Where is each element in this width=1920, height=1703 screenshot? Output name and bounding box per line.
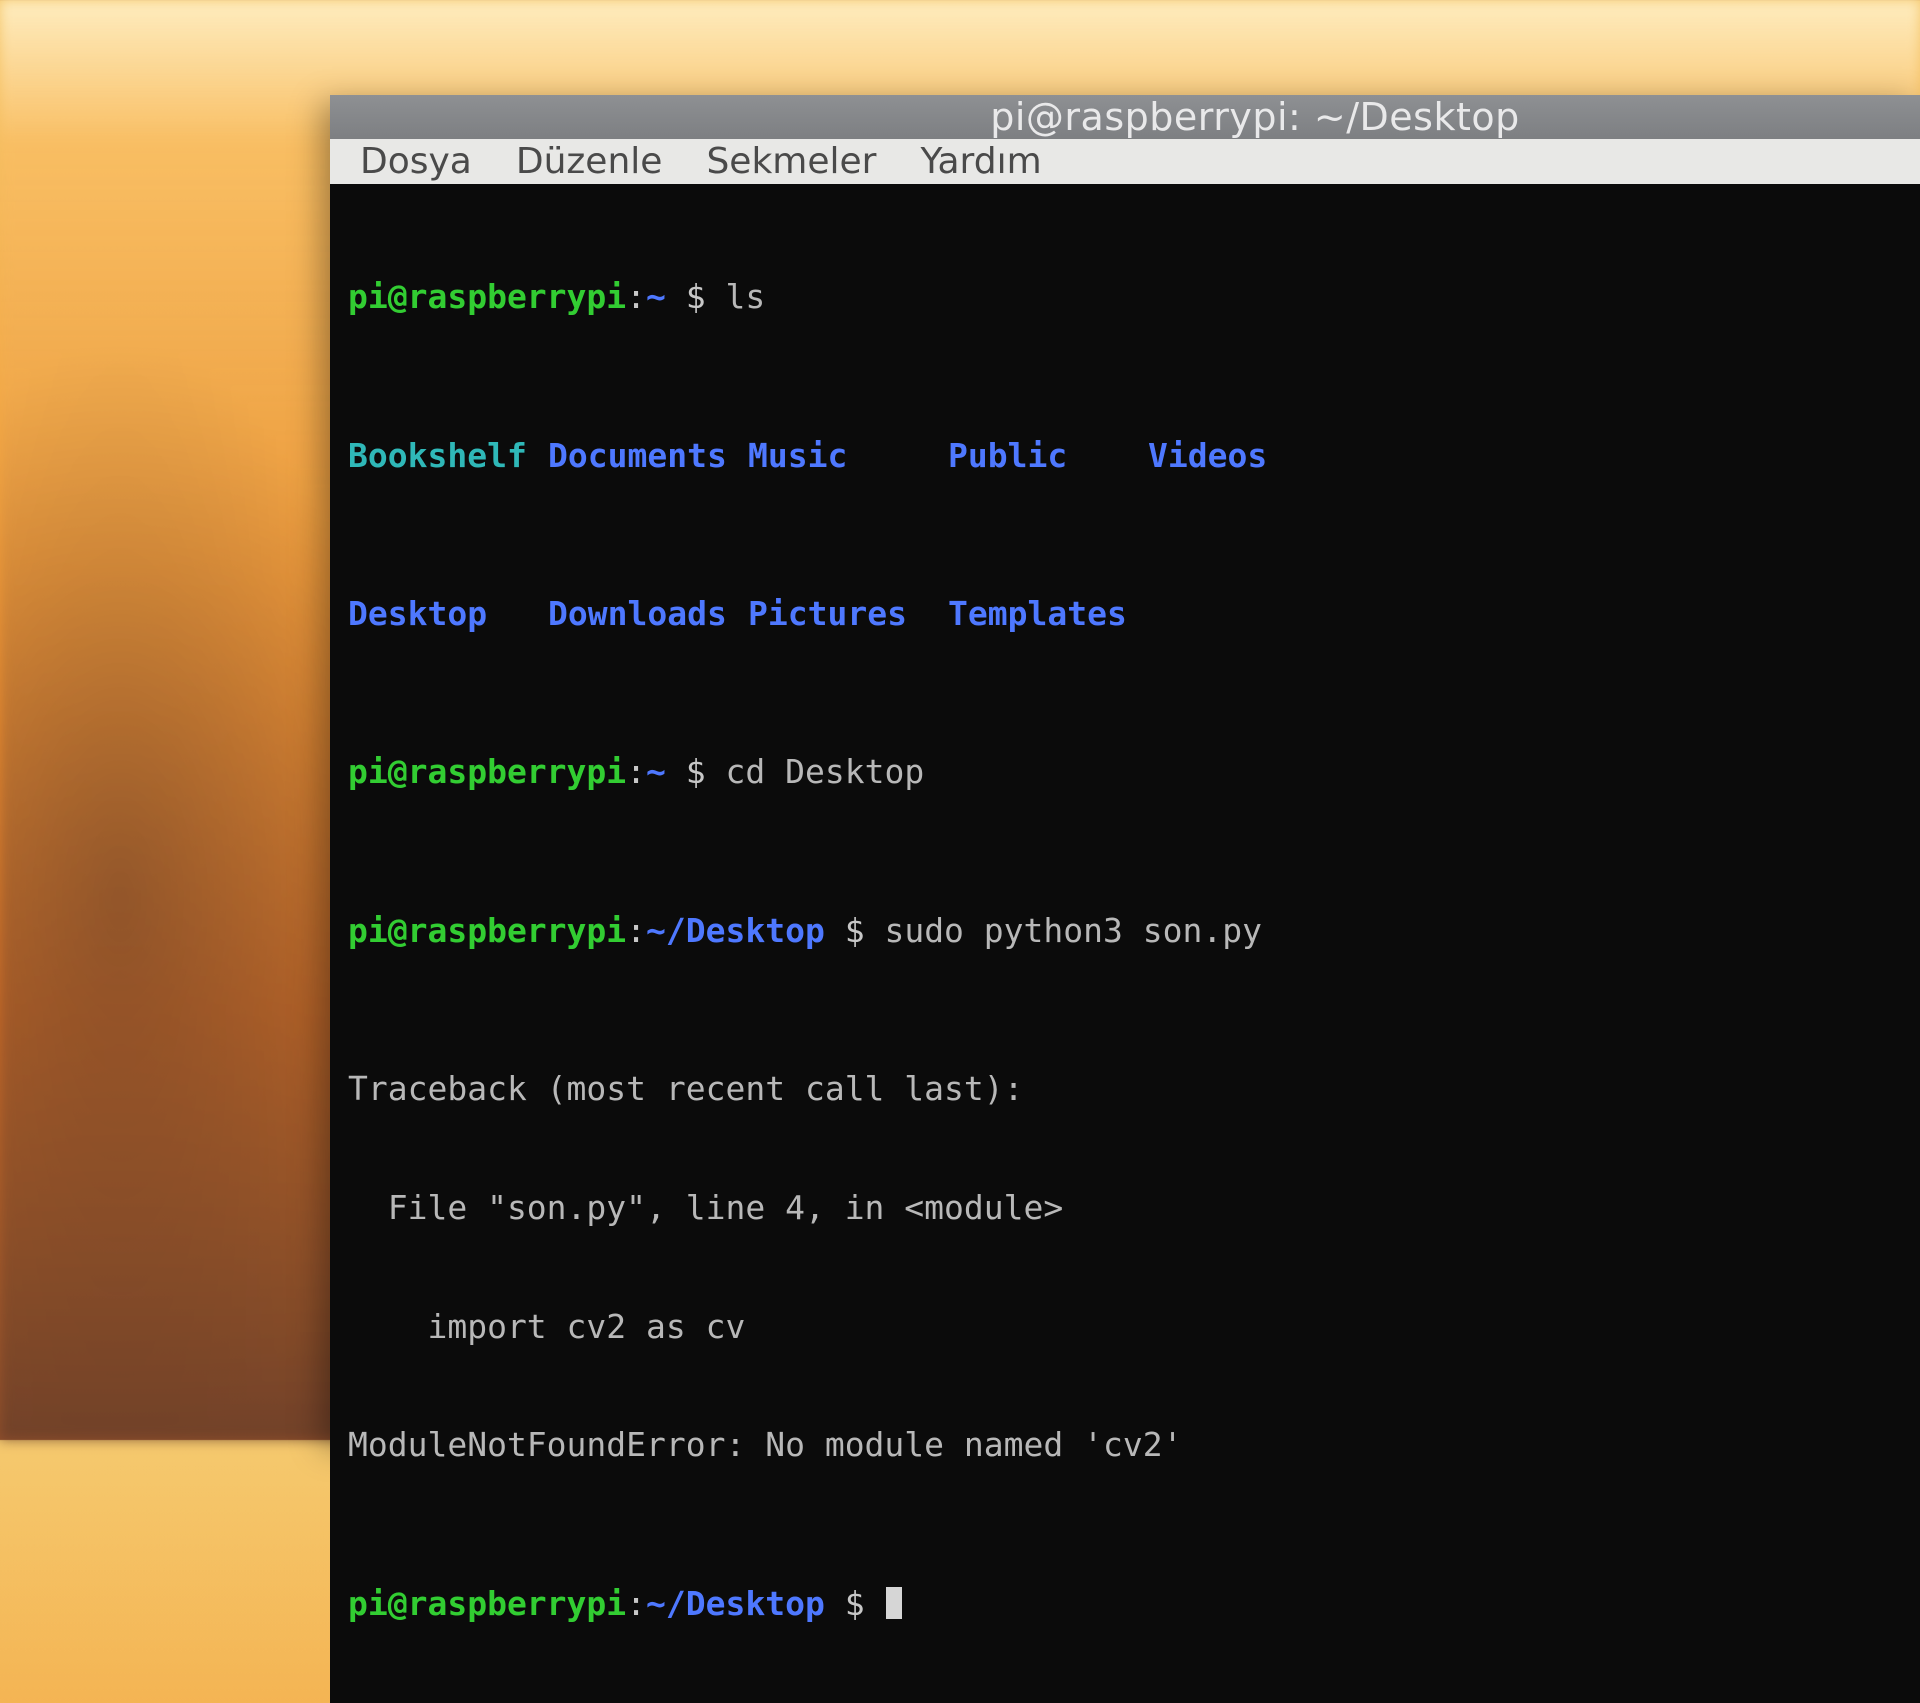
prompt-userhost: pi@raspberrypi	[348, 911, 626, 950]
terminal-line: pi@raspberrypi:~/Desktop $	[348, 1584, 1902, 1624]
ls-row: DesktopDownloadsPicturesTemplates	[348, 594, 1902, 634]
prompt-sep: :	[626, 1584, 646, 1623]
prompt-path: ~/Desktop	[646, 1584, 825, 1623]
prompt-sep: :	[626, 277, 646, 316]
terminal-line: pi@raspberrypi:~ $ ls	[348, 277, 1902, 317]
traceback-line: Traceback (most recent call last):	[348, 1069, 1902, 1109]
dir-item: Pictures	[748, 594, 948, 634]
window-titlebar[interactable]: pi@raspberrypi: ~/Desktop	[330, 95, 1920, 139]
menu-tabs[interactable]: Sekmeler	[700, 139, 882, 184]
dir-item: Downloads	[548, 594, 748, 634]
prompt-userhost: pi@raspberrypi	[348, 1584, 626, 1623]
prompt-sep: :	[626, 752, 646, 791]
command-text: cd Desktop	[726, 752, 925, 791]
traceback-line: File "son.py", line 4, in <module>	[348, 1188, 1902, 1228]
dir-item: Bookshelf	[348, 436, 548, 476]
traceback-line: ModuleNotFoundError: No module named 'cv…	[348, 1425, 1902, 1465]
prompt-dollar: $	[666, 752, 726, 791]
menu-help[interactable]: Yardım	[914, 139, 1047, 184]
prompt-path: ~/Desktop	[646, 911, 825, 950]
prompt-dollar: $	[825, 911, 885, 950]
prompt-sep: :	[626, 911, 646, 950]
cursor-block-icon	[886, 1587, 902, 1619]
dir-item: Desktop	[348, 594, 548, 634]
menu-bar: Dosya Düzenle Sekmeler Yardım	[330, 139, 1920, 184]
dir-item: Videos	[1148, 436, 1308, 476]
terminal-content[interactable]: pi@raspberrypi:~ $ ls BookshelfDocuments…	[330, 184, 1920, 1703]
traceback-line: import cv2 as cv	[348, 1307, 1902, 1347]
menu-file[interactable]: Dosya	[354, 139, 478, 184]
prompt-userhost: pi@raspberrypi	[348, 752, 626, 791]
command-text: ls	[726, 277, 766, 316]
prompt-dollar: $	[825, 1584, 885, 1623]
prompt-path: ~	[646, 752, 666, 791]
menu-edit[interactable]: Düzenle	[510, 139, 669, 184]
window-title: pi@raspberrypi: ~/Desktop	[990, 95, 1520, 139]
ls-row: BookshelfDocumentsMusicPublicVideos	[348, 436, 1902, 476]
prompt-dollar: $	[666, 277, 726, 316]
dir-item: Public	[948, 436, 1148, 476]
terminal-line: pi@raspberrypi:~ $ cd Desktop	[348, 752, 1902, 792]
dir-item: Documents	[548, 436, 748, 476]
terminal-window: pi@raspberrypi: ~/Desktop Dosya Düzenle …	[330, 95, 1920, 1440]
prompt-path: ~	[646, 277, 666, 316]
terminal-line: pi@raspberrypi:~/Desktop $ sudo python3 …	[348, 911, 1902, 951]
prompt-userhost: pi@raspberrypi	[348, 277, 626, 316]
dir-item: Templates	[948, 594, 1148, 634]
dir-item	[1148, 594, 1308, 634]
command-text: sudo python3 son.py	[884, 911, 1262, 950]
dir-item: Music	[748, 436, 948, 476]
